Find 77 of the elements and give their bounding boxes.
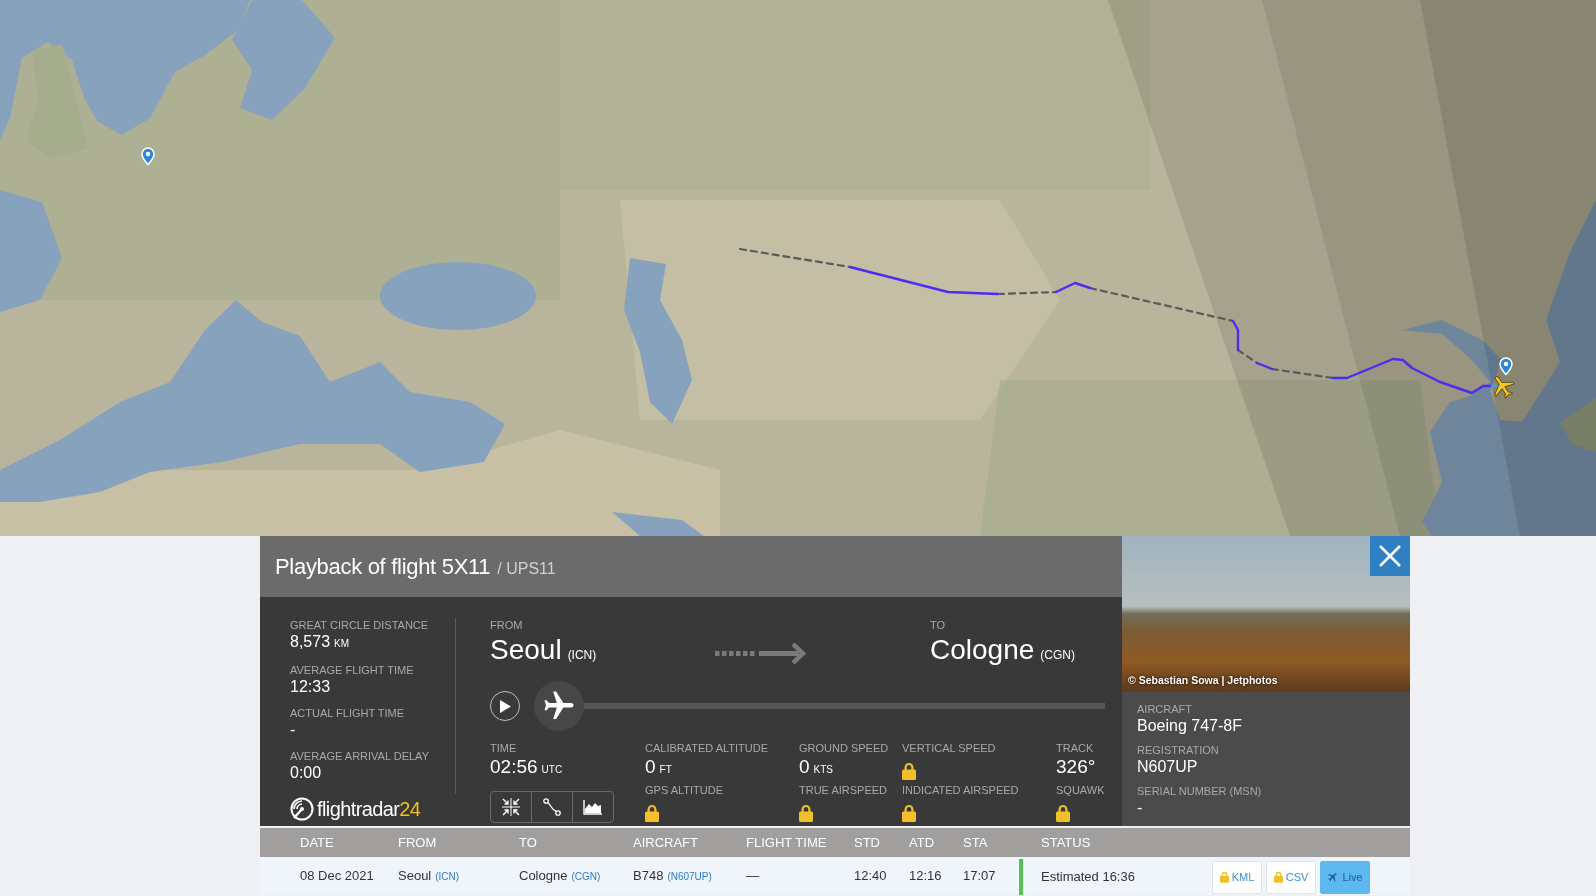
column-header: ATD [909, 833, 936, 852]
city-name: Seoul [490, 634, 562, 665]
dashed-arrow-icon [715, 642, 807, 664]
field-value: - [1137, 798, 1144, 817]
unit-text: FT [659, 764, 672, 775]
registration-link[interactable]: (N607UP) [667, 871, 712, 883]
field-label: SQUAWK [1056, 783, 1105, 797]
stat-label: AVERAGE FLIGHT TIME [290, 663, 415, 677]
table-cell-text: 12:16 [909, 867, 943, 886]
telemetry-value: 0 [799, 756, 810, 777]
live-button[interactable]: Live [1320, 860, 1370, 894]
status-text: Estimated 16:36 [1041, 868, 1135, 887]
table-cell-text: — [746, 867, 760, 886]
route-dots-icon [543, 798, 561, 816]
table-cell-text: 12:40 [854, 867, 888, 886]
unit-text: KTS [813, 764, 834, 775]
stat-value: 12:33 [290, 678, 331, 695]
field-label: GPS ALTITUDE [645, 783, 725, 797]
city-name: Cologne [519, 868, 568, 884]
aircraft-type-text: B748 [633, 868, 664, 884]
column-header: STATUS [1040, 833, 1092, 852]
column-header: AIRCRAFT [633, 833, 699, 852]
unit-text: KM [334, 638, 350, 649]
close-button[interactable] [1370, 536, 1410, 576]
collapse-arrows-icon [502, 798, 520, 816]
export-button[interactable]: KML [1212, 860, 1262, 894]
field-label: GROUND SPEED [799, 741, 890, 755]
column-header: FLIGHT TIME [746, 833, 828, 852]
stat-value: - [290, 721, 296, 738]
stat-value: 0:00 [290, 764, 322, 781]
field-label: FROM [490, 618, 524, 632]
column-header: DATE [300, 833, 335, 852]
field-label: TIME [490, 741, 518, 755]
column-header: STA [963, 833, 989, 852]
table-cell-text: 17:07 [963, 867, 997, 886]
airport-code-link[interactable]: (ICN) [435, 871, 460, 883]
location-pin-icon[interactable] [141, 147, 155, 166]
telemetry-value: 326° [1056, 756, 1096, 777]
close-icon [1379, 545, 1401, 567]
radar-logo-icon [290, 797, 314, 821]
column-header: STD [854, 833, 881, 852]
location-pin-icon[interactable] [1499, 357, 1513, 376]
play-icon [499, 699, 511, 713]
callsign-text: / UPS11 [497, 559, 556, 579]
airplane-icon[interactable] [1494, 376, 1515, 399]
telemetry-value: 0 [645, 756, 656, 777]
unit-text: UTC [541, 764, 563, 775]
area-chart-icon [583, 799, 603, 815]
column-header: TO [519, 833, 538, 852]
table-cell-text: 08 Dec 2021 [300, 867, 375, 886]
field-value: Boeing 747-8F [1137, 716, 1243, 735]
field-label: TO [930, 618, 947, 632]
export-button[interactable]: CSV [1266, 860, 1316, 894]
airport-code: (CGN) [1040, 648, 1075, 662]
time-value: 02:56 [490, 756, 538, 777]
city-name: Cologne [930, 634, 1035, 665]
photo-credit: © Sebastian Sowa | Jetphotos [1128, 673, 1278, 689]
field-label: VERTICAL SPEED [902, 741, 997, 755]
flight-title: Playback of flight 5X11 [275, 553, 491, 581]
city-name: Seoul [398, 868, 432, 884]
field-label: CALIBRATED ALTITUDE [645, 741, 770, 755]
field-label: AIRCRAFT [1137, 703, 1193, 716]
airport-code: (ICN) [567, 648, 597, 662]
stat-label: GREAT CIRCLE DISTANCE [290, 618, 430, 632]
stat-value: 8,573 [290, 633, 331, 650]
field-label: REGISTRATION [1137, 744, 1220, 757]
column-header: FROM [398, 833, 438, 852]
field-label: TRUE AIRSPEED [799, 783, 889, 797]
field-label: SERIAL NUMBER (MSN) [1137, 785, 1263, 798]
field-label: TRACK [1056, 741, 1095, 755]
airport-code-link[interactable]: (CGN) [571, 871, 601, 883]
field-value: N607UP [1137, 757, 1199, 776]
airplane-icon[interactable] [534, 681, 584, 731]
field-label: INDICATED AIRSPEED [902, 783, 1020, 797]
stat-label: AVERAGE ARRIVAL DELAY [290, 749, 430, 763]
stat-label: ACTUAL FLIGHT TIME [290, 706, 406, 720]
logo-text: flightradar24 [317, 797, 421, 821]
